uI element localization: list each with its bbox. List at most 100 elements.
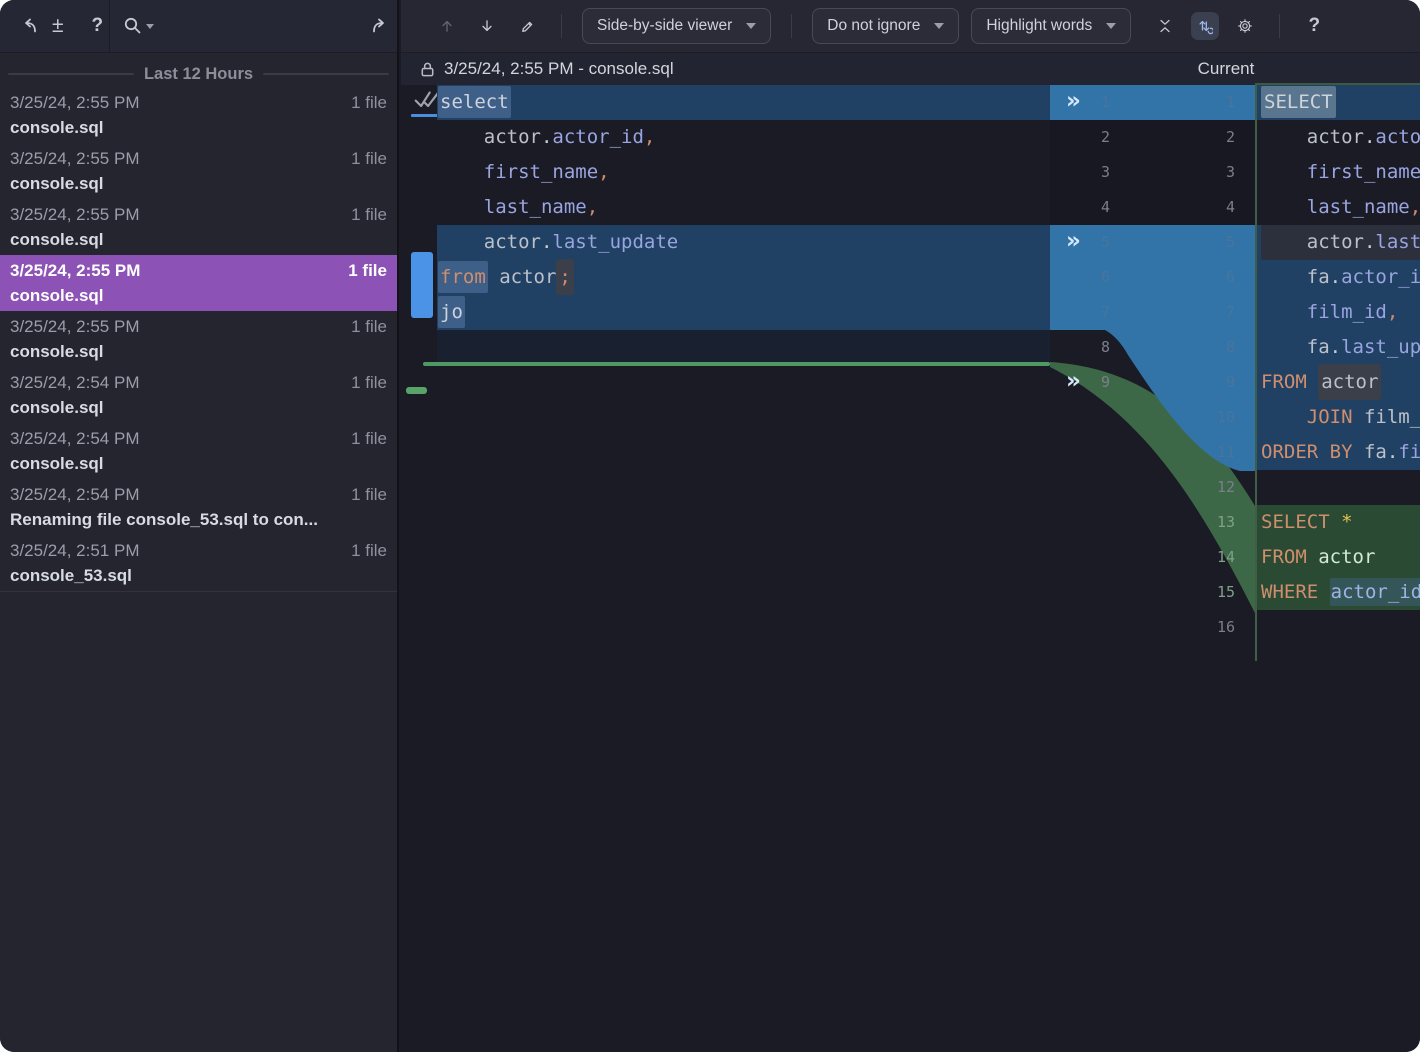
revision-file-count: 1 file	[351, 146, 387, 171]
code-line: last_name,	[437, 190, 1050, 225]
code-token: first_name	[438, 161, 598, 183]
viewer-mode-dropdown[interactable]: Side-by-side viewer	[582, 8, 771, 44]
revision-item[interactable]: 3/25/24, 2:54 PM1 fileRenaming file cons…	[0, 479, 397, 535]
highlight-mode-dropdown[interactable]: Highlight words	[971, 8, 1131, 44]
line-number: 5	[1191, 225, 1235, 260]
diff-help-button[interactable]: ?	[1300, 12, 1328, 40]
code-token: SELECT	[1261, 511, 1330, 533]
undo-icon	[18, 15, 40, 37]
previous-change-button[interactable]	[433, 12, 461, 40]
code-token	[1353, 406, 1364, 428]
revision-item[interactable]: 3/25/24, 2:54 PM1 fileconsole.sql	[0, 367, 397, 423]
apply-change-chevron-icon[interactable]: »	[1066, 225, 1081, 260]
search-panel	[109, 0, 409, 52]
right-code-pane[interactable]: SELECT actor.actor_id, first_name, last_…	[1257, 85, 1420, 661]
revision-file-count: 1 file	[348, 258, 387, 283]
code-line: ORDER BY fa.film_id	[1257, 435, 1420, 470]
line-number: 15	[1191, 575, 1235, 610]
code-token: ORDER BY	[1261, 441, 1353, 463]
revision-list: 3/25/24, 2:55 PM1 fileconsole.sql3/25/24…	[0, 87, 397, 592]
search-icon[interactable]	[122, 15, 144, 37]
diff-gutter-strip: 12345678912345678910111213141516»»»	[1050, 85, 1255, 661]
header-rule	[8, 73, 134, 75]
revision-file-count: 1 file	[351, 426, 387, 451]
code-token	[1307, 371, 1318, 393]
code-token: ,	[1387, 301, 1398, 323]
line-number: 13	[1191, 505, 1235, 540]
code-line: SELECT	[1257, 85, 1420, 120]
collapse-unchanged-button[interactable]	[1151, 12, 1179, 40]
diff-pane: Side-by-side viewer Do not ignore Highli…	[401, 0, 1420, 1052]
history-group-header: Last 12 Hours	[0, 61, 397, 87]
left-code-pane[interactable]: select actor.actor_id, first_name, last_…	[437, 85, 1050, 661]
next-change-button[interactable]	[473, 12, 501, 40]
code-token: film_actor fa	[1364, 406, 1420, 428]
code-token: .	[1364, 126, 1375, 148]
settings-button[interactable]	[1231, 12, 1259, 40]
code-token: fa	[1364, 441, 1387, 463]
code-token: ,	[1410, 196, 1420, 218]
code-token: JOIN	[1261, 406, 1353, 428]
code-token: last_update	[1375, 231, 1420, 253]
line-number: 4	[1066, 190, 1110, 225]
search-options-caret-icon[interactable]	[146, 24, 154, 29]
code-token	[1353, 441, 1364, 463]
insert-gutter-marker	[406, 387, 427, 394]
up-arrow-icon	[439, 15, 455, 37]
line-number: 12	[1191, 470, 1235, 505]
search-input[interactable]	[160, 17, 363, 36]
line-number: 6	[1191, 260, 1235, 295]
line-number: 8	[1191, 330, 1235, 365]
code-token	[1330, 511, 1341, 533]
line-number-overlay: 12345678912345678910111213141516»»»	[1050, 85, 1255, 661]
revision-item[interactable]: 3/25/24, 2:55 PM1 fileconsole.sql	[0, 311, 397, 367]
code-token: FROM	[1261, 371, 1307, 393]
code-token: actor	[438, 126, 541, 148]
code-token: last_update	[1341, 336, 1420, 358]
revert-button[interactable]	[363, 9, 397, 43]
line-number: 7	[1066, 295, 1110, 330]
revision-date: 3/25/24, 2:54 PM	[10, 370, 139, 395]
code-line: FROM actor	[1257, 540, 1420, 575]
undo-button[interactable]	[12, 9, 46, 43]
code-token: actor_id	[1330, 578, 1420, 606]
code-token: .	[541, 231, 552, 253]
line-number: 16	[1191, 610, 1235, 645]
revision-date: 3/25/24, 2:51 PM	[10, 538, 139, 563]
line-number: 7	[1191, 295, 1235, 330]
code-token: ,	[598, 161, 609, 183]
whitespace-ignore-dropdown[interactable]: Do not ignore	[812, 8, 959, 44]
toolbar-divider	[1279, 14, 1280, 38]
code-token: first_name	[1261, 161, 1420, 183]
revision-item[interactable]: 3/25/24, 2:55 PM1 fileconsole.sql	[0, 87, 397, 143]
line-number: 6	[1066, 260, 1110, 295]
line-number: 8	[1066, 330, 1110, 365]
line-number: 3	[1191, 155, 1235, 190]
revision-item[interactable]: 3/25/24, 2:54 PM1 fileconsole.sql	[0, 423, 397, 479]
apply-change-chevron-icon[interactable]: »	[1066, 365, 1081, 400]
revision-label: console.sql	[10, 283, 387, 308]
code-token: .	[1330, 266, 1341, 288]
code-line: JOIN film_actor fa	[1257, 400, 1420, 435]
line-number: 10	[1191, 400, 1235, 435]
help-button[interactable]: ?	[86, 9, 110, 43]
code-token: last_name	[438, 196, 587, 218]
revision-label: console.sql	[10, 339, 387, 364]
apply-change-chevron-icon[interactable]: »	[1066, 85, 1081, 120]
code-line: SELECT *	[1257, 505, 1420, 540]
whitespace-ignore-label: Do not ignore	[827, 17, 920, 35]
revision-item[interactable]: 3/25/24, 2:51 PM1 fileconsole_53.sql	[0, 535, 397, 591]
code-token: actor_id	[1341, 266, 1420, 288]
show-diff-button[interactable]: ±	[46, 9, 70, 43]
revision-file-count: 1 file	[351, 202, 387, 227]
edit-button[interactable]	[513, 12, 541, 40]
change-bar-marker[interactable]	[411, 252, 433, 318]
sync-scroll-button[interactable]	[1191, 12, 1219, 40]
revision-item[interactable]: 3/25/24, 2:55 PM1 fileconsole.sql	[0, 143, 397, 199]
revision-item[interactable]: 3/25/24, 2:55 PM1 fileconsole.sql	[0, 255, 397, 311]
code-line: film_id,	[1257, 295, 1420, 330]
code-line: actor.actor_id,	[437, 120, 1050, 155]
check-underline-marker	[411, 114, 440, 117]
revision-item[interactable]: 3/25/24, 2:55 PM1 fileconsole.sql	[0, 199, 397, 255]
code-token: .	[1330, 336, 1341, 358]
